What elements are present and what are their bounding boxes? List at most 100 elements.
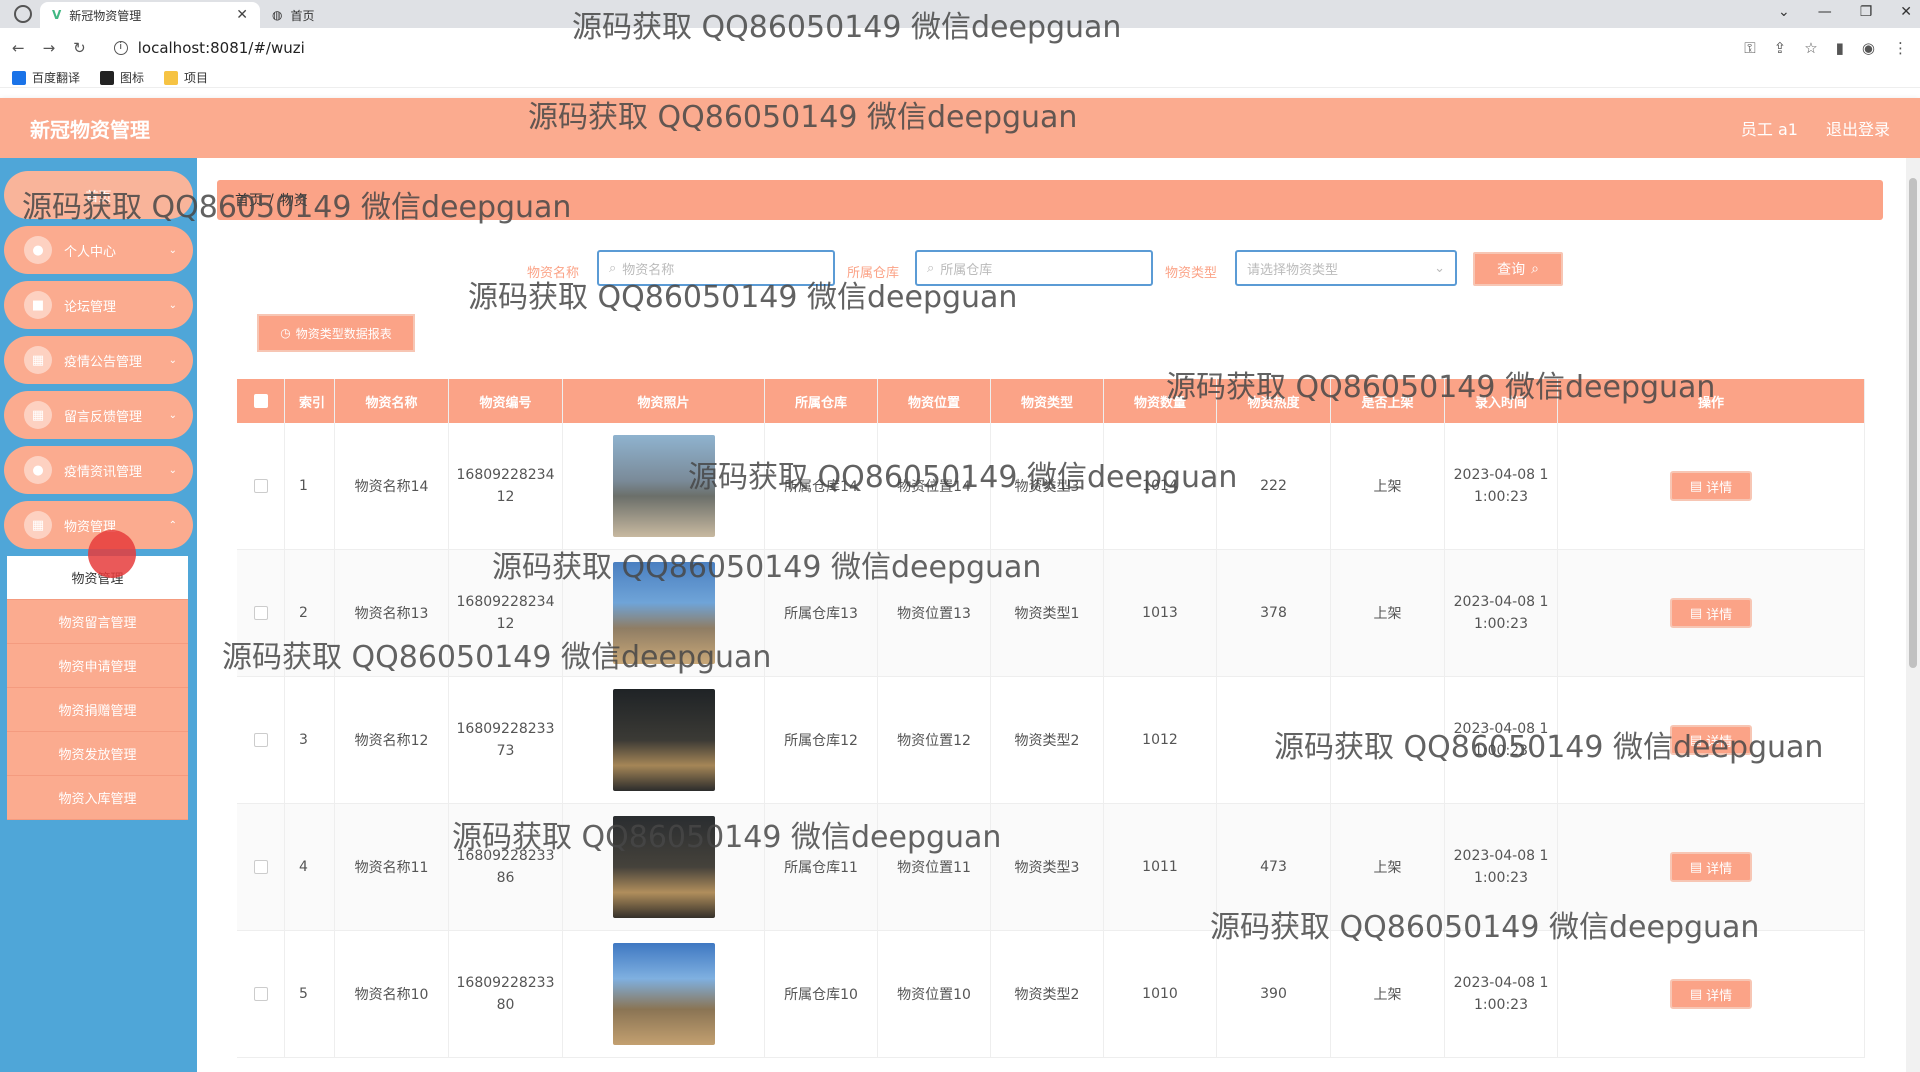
detail-button[interactable]: ▤ 详情 [1670,852,1752,882]
click-indicator [88,530,136,578]
detail-button[interactable]: ▤ 详情 [1670,598,1752,628]
cell-code: 16809228234 12 [449,550,563,676]
profile-icon[interactable]: ◉ [1862,39,1875,57]
cell-code: 16809228234 12 [449,423,563,549]
bookmarks-bar: 百度翻译 图标 项目 [0,68,1920,88]
query-button[interactable]: 查询 ⌕ [1473,252,1563,286]
sidebar-item-profile[interactable]: ● 个人中心 ⌄ [4,226,193,274]
search-icon: ⌕ [609,260,617,276]
forward-icon[interactable]: → [43,39,56,57]
material-type-select[interactable]: 请选择物资类型 ⌄ [1235,250,1457,286]
star-icon[interactable]: ☆ [1804,39,1817,57]
materials-submenu: 物资管理 物资留言管理 物资申请管理 物资捐赠管理 物资发放管理 物资入库管理 [7,556,188,820]
material-name-input[interactable]: ⌕ 物资名称 [597,250,835,286]
document-icon: ▤ [1689,859,1703,875]
document-icon: ▤ [1689,478,1703,494]
restore-icon[interactable]: ❐ [1860,4,1873,20]
cell-location: 物资位置11 [878,804,991,930]
share-icon[interactable]: ⇪ [1774,39,1787,57]
browser-tab-label: 新冠物资管理 [69,8,142,23]
submenu-item-messages[interactable]: 物资留言管理 [7,600,188,644]
submenu-item-donations[interactable]: 物资捐赠管理 [7,688,188,732]
table-row: 4 物资名称11 16809228233 86 所属仓库11 物资位置11 物资… [237,804,1865,931]
chevron-down-icon[interactable]: ⌄ [1778,4,1790,20]
url-bar[interactable]: i localhost:8081/#/wuzi [104,33,1726,63]
bookmark-item[interactable]: 项目 [164,69,208,86]
submenu-item-requests[interactable]: 物资申请管理 [7,644,188,688]
browser-tab-active[interactable]: V 新冠物资管理 ✕ [40,2,260,28]
cell-type: 物资类型1 [991,550,1104,676]
row-checkbox[interactable] [253,733,268,747]
sidebar-item-notice[interactable]: ▦ 疫情公告管理 ⌄ [4,336,193,384]
sidebar-item-news[interactable]: ● 疫情资讯管理 ⌄ [4,446,193,494]
cell-warehouse: 所属仓库10 [765,931,878,1057]
type-label: 物资类型 [1165,266,1218,281]
col-warehouse: 所属仓库 [765,379,878,423]
reload-icon[interactable]: ↻ [73,39,86,57]
cell-quantity: 1013 [1104,550,1217,676]
material-photo[interactable] [612,816,715,918]
type-report-label: 物资类型数据报表 [295,326,392,341]
sidebar-item-label: 留言反馈管理 [64,409,143,425]
image-icon [100,70,115,85]
cell-type: 物资类型3 [991,804,1104,930]
row-checkbox[interactable] [253,606,268,620]
current-user: 员工 a1 [1740,120,1798,139]
sidebar-item-label: 论坛管理 [64,299,117,315]
sidebar-item-feedback[interactable]: ▦ 留言反馈管理 ⌄ [4,391,193,439]
app-title: 新冠物资管理 [30,117,150,142]
cell-quantity: 1010 [1104,931,1217,1057]
name-placeholder: 物资名称 [622,262,675,278]
sidebar-item-home[interactable]: 首页 [4,171,193,219]
row-checkbox[interactable] [253,479,268,493]
material-photo[interactable] [612,943,715,1045]
scrollbar-thumb[interactable] [1909,178,1917,668]
col-location: 物资位置 [878,379,991,423]
browser-tab-strip: V 新冠物资管理 ✕ ◍ 首页 ⌄ — ❐ ✕ [0,0,1920,28]
detail-button[interactable]: ▤ 详情 [1670,725,1752,755]
info-icon[interactable]: i [113,41,128,55]
cell-warehouse: 所属仓库14 [765,423,878,549]
row-checkbox[interactable] [253,987,268,1001]
material-photo[interactable] [612,689,715,791]
close-window-icon[interactable]: ✕ [1900,4,1912,20]
minimize-icon[interactable]: — [1818,4,1832,20]
detail-button[interactable]: ▤ 详情 [1670,979,1752,1009]
logout-link[interactable]: 退出登录 [1826,116,1890,140]
bookmark-item[interactable]: 百度翻译 [12,69,80,86]
warehouse-input[interactable]: ⌕ 所属仓库 [915,250,1153,286]
col-heat: 物资热度 [1217,379,1331,423]
material-photo[interactable] [612,562,715,664]
sidepanel-icon[interactable]: ▮ [1836,39,1844,57]
material-photo[interactable] [612,435,715,537]
close-tab-icon[interactable]: ✕ [236,7,248,23]
page-scrollbar[interactable] [1906,158,1920,1072]
detail-button-label: 详情 [1706,988,1733,1004]
browser-globe-icon [14,5,32,23]
select-all-checkbox[interactable] [253,394,268,408]
name-label: 物资名称 [527,266,580,281]
key-icon[interactable]: ⚿ [1744,39,1755,57]
cell-index: 4 [285,804,335,930]
type-report-button[interactable]: ◷ 物资类型数据报表 [257,314,415,352]
detail-button[interactable]: ▤ 详情 [1670,471,1752,501]
app-header: 新冠物资管理 员工 a1 退出登录 [0,98,1920,158]
detail-button-label: 详情 [1706,480,1733,496]
cell-name: 物资名称10 [335,931,449,1057]
chart-icon: ◷ [280,326,291,340]
breadcrumb-home[interactable]: 首页 [235,190,263,210]
chevron-down-icon: ⌄ [168,244,177,256]
sidebar: 首页 ● 个人中心 ⌄ ■ 论坛管理 ⌄ ▦ 疫情公告管理 ⌄ ▦ 留言反馈管理 ⌄ ● 疫情资讯… [0,158,197,1072]
bookmark-item[interactable]: 图标 [100,69,144,86]
cell-location: 物资位置10 [878,931,991,1057]
back-icon[interactable]: ← [12,39,25,57]
search-icon: ⌕ [1531,261,1539,277]
sidebar-item-forum[interactable]: ■ 论坛管理 ⌄ [4,281,193,329]
row-checkbox[interactable] [253,860,268,874]
cell-location: 物资位置13 [878,550,991,676]
more-icon[interactable]: ⋮ [1893,39,1908,57]
submenu-item-stock-in[interactable]: 物资入库管理 [7,776,188,820]
browser-tab[interactable]: ◍ 首页 [260,2,480,28]
submenu-item-distribution[interactable]: 物资发放管理 [7,732,188,776]
cell-index: 2 [285,550,335,676]
